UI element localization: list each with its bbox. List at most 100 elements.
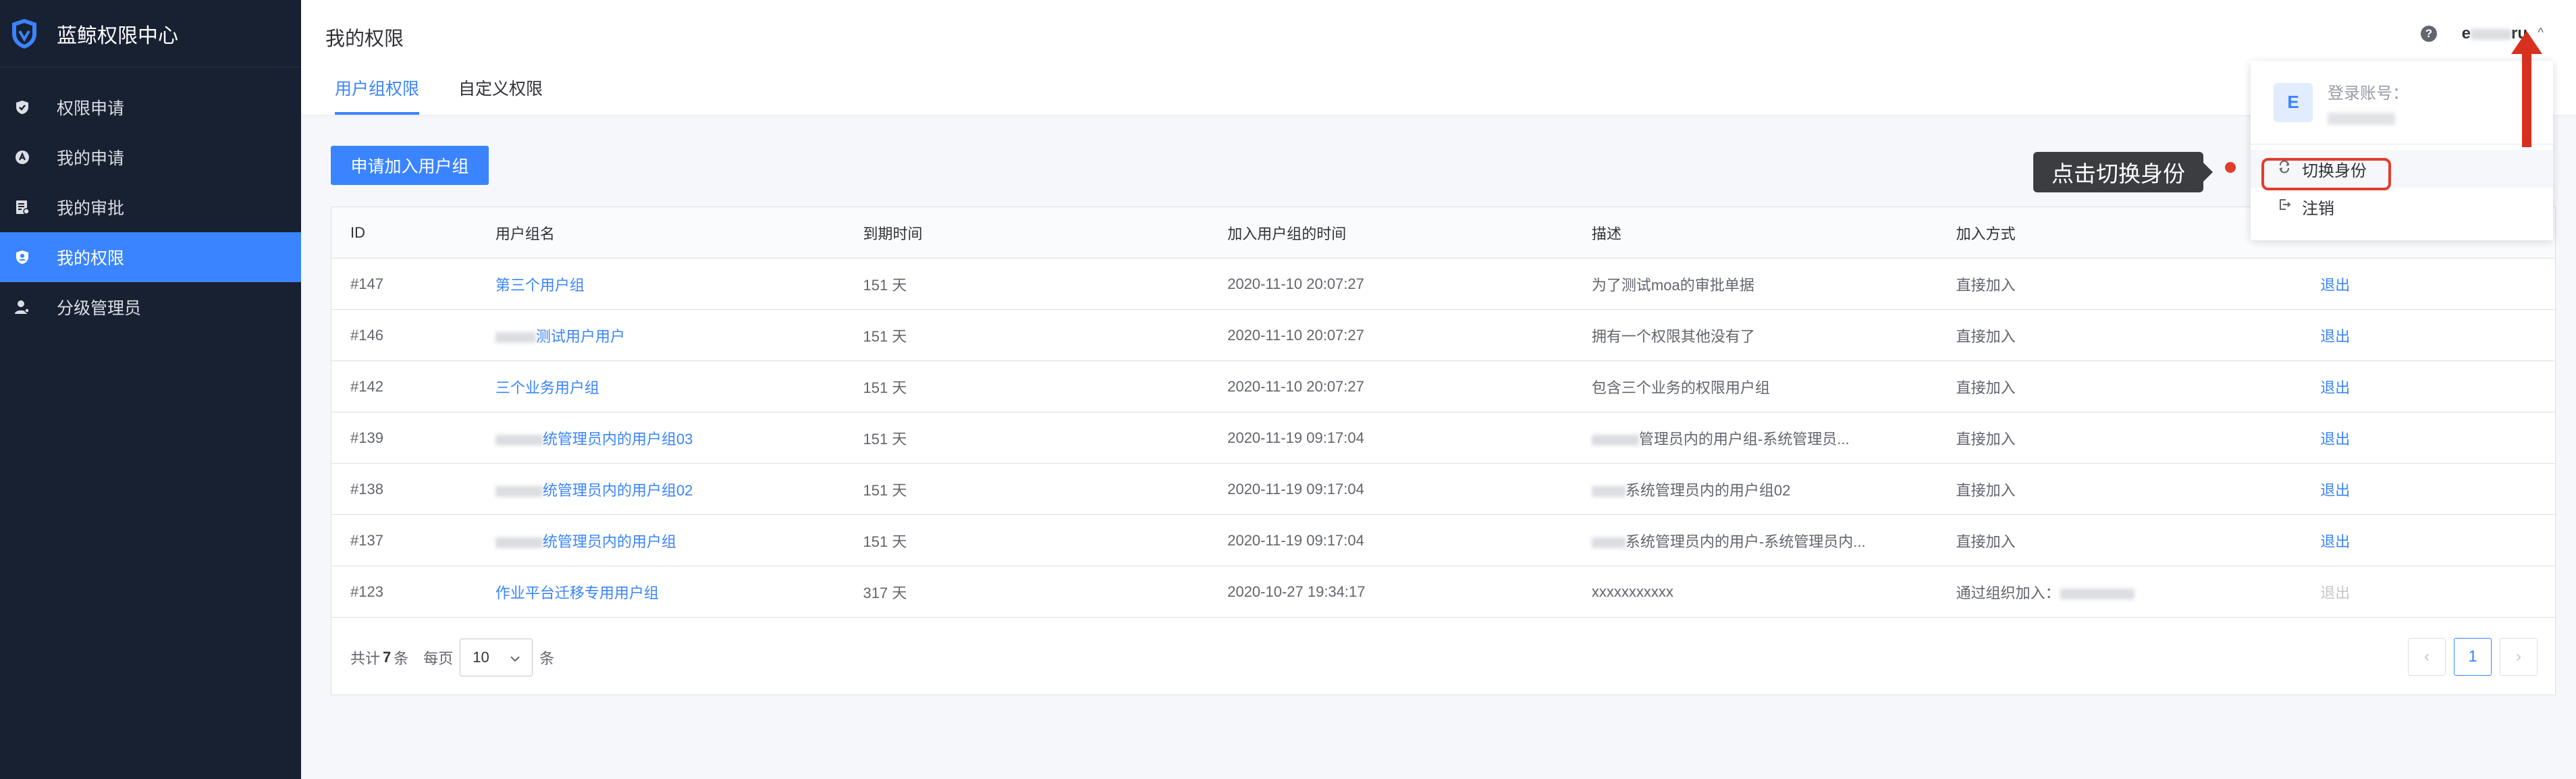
row-description-text: 系统管理员内的用户组02 xyxy=(1625,481,1791,499)
sidebar-item-my-permission[interactable]: 我的权限 xyxy=(0,232,301,282)
row-exit-link[interactable]: 退出 xyxy=(2301,273,2555,295)
row-expire: 151 天 xyxy=(863,481,907,499)
per-page-label: 每页 xyxy=(423,650,454,667)
sidebar-item-label: 我的审批 xyxy=(57,199,125,218)
redacted-text xyxy=(495,485,543,497)
sidebar-item-grade-admin[interactable]: 分级管理员 xyxy=(0,282,301,332)
red-arrow-icon xyxy=(2511,31,2542,147)
row-expire: 151 天 xyxy=(863,327,907,345)
row-exit-link[interactable]: 退出 xyxy=(2301,530,2555,552)
row-group-name-link[interactable]: 三个业务用户组 xyxy=(477,376,844,398)
row-group-name-link[interactable]: 统管理员内的用户组02 xyxy=(477,479,844,500)
header-group-name: 用户组名 xyxy=(495,225,555,242)
row-group-name: 统管理员内的用户组03 xyxy=(542,430,693,448)
table-row: #123 作业平台迁移专用用户组 317 天 2020-10-27 19:34:… xyxy=(331,566,2555,618)
row-joined-time: 2020-11-10 20:07:27 xyxy=(1227,377,1364,395)
row-group-name: 统管理员内的用户组02 xyxy=(542,481,693,499)
my-perm-icon xyxy=(14,248,31,266)
row-description-text: 管理员内的用户组-系统管理员... xyxy=(1638,430,1850,448)
row-description: 系统管理员内的用户-系统管理员内... xyxy=(1573,530,1937,552)
row-group-name-link[interactable]: 统管理员内的用户组03 xyxy=(477,427,844,449)
header-id: ID xyxy=(350,223,365,241)
row-id: #138 xyxy=(350,480,383,498)
account-label: 登录账号： xyxy=(2328,84,2409,103)
row-group-name-link[interactable]: 作业平台迁移专用用户组 xyxy=(477,581,844,603)
row-group-name-link[interactable]: 第三个用户组 xyxy=(477,273,844,295)
chevron-down-icon xyxy=(510,649,520,666)
row-group-name-link[interactable]: 测试用户用户 xyxy=(477,325,844,346)
top-header: 我的权限 用户组权限 自定义权限 ? eru ^ xyxy=(301,0,2576,115)
row-description: 为了测试moa的审批单据 xyxy=(1591,276,1754,294)
row-expire: 151 天 xyxy=(863,379,907,396)
table-row: #146 测试用户用户 151 天 2020-11-10 20:07:27 拥有… xyxy=(331,310,2555,361)
page-size-select[interactable]: 10 xyxy=(460,639,533,676)
page-number-button[interactable]: 1 xyxy=(2454,638,2492,676)
sidebar: 蓝鲸权限中心 权限申请 我的申请 我的审批 我的权限 分级管理员 xyxy=(0,0,301,779)
table-row: #147 第三个用户组 151 天 2020-11-10 20:07:27 为了… xyxy=(331,259,2555,310)
row-exit-link[interactable]: 退出 xyxy=(2301,479,2555,500)
header-join-method: 加入方式 xyxy=(1956,225,2016,242)
row-exit-link-disabled: 退出 xyxy=(2320,584,2351,601)
row-joined-time: 2020-11-19 09:17:04 xyxy=(1227,429,1364,446)
sidebar-item-label: 我的申请 xyxy=(57,149,125,168)
redacted-text xyxy=(495,537,543,548)
admin-user-icon xyxy=(14,298,31,316)
app-title: 蓝鲸权限中心 xyxy=(57,24,178,47)
row-exit-link[interactable]: 退出 xyxy=(2301,376,2555,398)
sidebar-item-my-apply[interactable]: 我的申请 xyxy=(0,132,301,182)
redacted-text xyxy=(2060,588,2135,599)
account-info: 登录账号： xyxy=(2328,80,2409,125)
tab-user-group-permission[interactable]: 用户组权限 xyxy=(335,76,420,115)
row-id: #147 xyxy=(350,275,383,292)
row-group-name: 测试用户用户 xyxy=(535,327,625,345)
page-buttons: ‹ 1 › xyxy=(2400,638,2538,676)
user-name-prefix: e xyxy=(2461,24,2471,43)
apply-join-group-button[interactable]: 申请加入用户组 xyxy=(331,146,489,185)
row-expire: 151 天 xyxy=(863,430,907,448)
brand[interactable]: 蓝鲸权限中心 xyxy=(0,0,301,68)
row-description: 管理员内的用户组-系统管理员... xyxy=(1573,427,1937,449)
row-group-name-link[interactable]: 统管理员内的用户组 xyxy=(477,530,844,552)
row-join-method: 直接加入 xyxy=(1956,327,2016,345)
approval-doc-icon xyxy=(14,198,31,216)
row-exit-link[interactable]: 退出 xyxy=(2301,427,2555,449)
row-description-text: 系统管理员内的用户-系统管理员内... xyxy=(1625,533,1866,550)
total-count: 7 xyxy=(383,649,392,666)
redacted-text xyxy=(1591,485,1626,497)
table-row: #137 统管理员内的用户组 151 天 2020-11-19 09:17:04… xyxy=(331,515,2555,566)
tab-bar: 用户组权限 自定义权限 xyxy=(335,76,582,115)
dropdown-user-info: E 登录账号： xyxy=(2251,61,2553,144)
sidebar-item-label: 分级管理员 xyxy=(57,299,142,318)
redacted-text xyxy=(1591,434,1639,446)
callout-dot xyxy=(2225,162,2236,173)
row-expire: 317 天 xyxy=(863,584,907,601)
prev-page-button[interactable]: ‹ xyxy=(2408,638,2446,676)
page-size-value: 10 xyxy=(473,649,489,666)
redacted-text xyxy=(495,331,536,343)
row-joined-time: 2020-11-10 20:07:27 xyxy=(1227,275,1364,292)
page-title: 我的权限 xyxy=(325,28,404,50)
row-join-method: 直接加入 xyxy=(1956,533,2016,550)
tab-custom-permission[interactable]: 自定义权限 xyxy=(458,76,543,115)
user-dropdown: E 登录账号： 切换身份 注销 xyxy=(2251,61,2553,240)
table-row: #138 统管理员内的用户组02 151 天 2020-11-19 09:17:… xyxy=(331,464,2555,515)
main-content: 申请加入用户组 ID 用户组名 到期时间 加入用户组的时间 描述 加入方式 #1… xyxy=(301,115,2576,779)
row-id: #146 xyxy=(350,326,383,344)
row-join-method: 直接加入 xyxy=(1956,481,2016,499)
row-exit-link[interactable]: 退出 xyxy=(2301,325,2555,346)
next-page-button[interactable]: › xyxy=(2500,638,2538,676)
row-id: #139 xyxy=(350,429,383,446)
row-description: 系统管理员内的用户组02 xyxy=(1573,479,1937,500)
logout-item[interactable]: 注销 xyxy=(2251,188,2553,225)
row-id: #142 xyxy=(350,377,383,395)
row-join-method: 直接加入 xyxy=(1956,430,2016,448)
sidebar-item-apply[interactable]: 权限申请 xyxy=(0,82,301,132)
help-icon[interactable]: ? xyxy=(2421,26,2437,42)
sidebar-item-my-approval[interactable]: 我的审批 xyxy=(0,182,301,232)
redacted-text xyxy=(1591,537,1626,548)
table-row: #142 三个业务用户组 151 天 2020-11-10 20:07:27 包… xyxy=(331,361,2555,412)
table-header: ID 用户组名 到期时间 加入用户组的时间 描述 加入方式 xyxy=(331,207,2555,259)
row-join-method: 直接加入 xyxy=(1956,276,2016,294)
redacted-text xyxy=(495,434,543,446)
pagination: 共计 7 条 每页 10 条 ‹ 1 › xyxy=(331,620,2555,695)
